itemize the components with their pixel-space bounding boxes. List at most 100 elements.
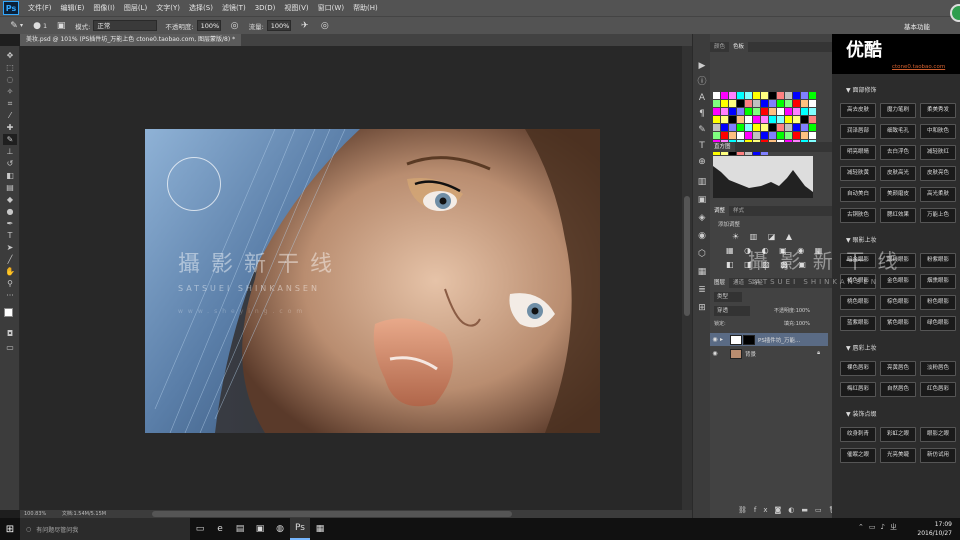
layer-kind-filter[interactable]: 类型	[714, 292, 742, 302]
lasso-tool-icon[interactable]: ◌	[3, 74, 17, 85]
color-swatch[interactable]	[793, 116, 800, 123]
color-swatch[interactable]	[745, 108, 752, 115]
plugin-brand-link[interactable]: ctone0.taobao.com	[892, 64, 945, 70]
color-swatch[interactable]	[721, 132, 728, 139]
color-swatch[interactable]	[761, 124, 768, 131]
plugin-action-button[interactable]: 润泽唇部	[840, 124, 876, 139]
tab-channels[interactable]: 通道	[729, 278, 748, 288]
color-swatch[interactable]	[809, 108, 816, 115]
color-swatch[interactable]	[745, 92, 752, 99]
blend-mode-select[interactable]: 穿透	[714, 306, 750, 316]
color-swatch[interactable]	[713, 124, 720, 131]
quick-mask-icon[interactable]: ◘	[3, 328, 17, 339]
color-swatch[interactable]	[777, 132, 784, 139]
plugin-action-button[interactable]: 高光柔肤	[920, 187, 956, 202]
document-tab[interactable]: 美妆.psd @ 101% (PS插件坊_万能上色 ctone0.taobao.…	[20, 34, 242, 46]
tab-color[interactable]: 颜色	[710, 42, 729, 52]
color-swatch[interactable]	[729, 100, 736, 107]
brush-tool-icon[interactable]: ✎	[3, 134, 17, 145]
more-tools-icon[interactable]: ···	[3, 290, 17, 301]
eraser-tool-icon[interactable]: ◧	[3, 170, 17, 181]
layer-comps-icon[interactable]: ⊞	[696, 302, 708, 314]
brush-presets-icon[interactable]: ✎	[696, 124, 708, 136]
plugin-action-button[interactable]: 粉紫眼影	[920, 253, 956, 268]
vertical-scrollbar[interactable]	[682, 46, 692, 510]
line-tool-icon[interactable]: ╱	[3, 254, 17, 265]
color-swatch[interactable]	[729, 92, 736, 99]
photoshop-logo[interactable]: Ps	[3, 1, 19, 15]
play-icon[interactable]: ▶	[696, 60, 708, 72]
plugin-action-button[interactable]: 皮肤亮色	[920, 166, 956, 181]
menu-layer[interactable]: 图层(L)	[124, 3, 147, 13]
plugin-action-button[interactable]: 红色唇彩	[920, 382, 956, 397]
plugin-action-button[interactable]: 蓝紫眼影	[840, 316, 876, 331]
color-swatch[interactable]	[809, 92, 816, 99]
plugin-action-button[interactable]: 金色眼影	[880, 274, 916, 289]
color-swatch[interactable]	[737, 100, 744, 107]
store-icon[interactable]: ▣	[250, 518, 270, 540]
tab-styles[interactable]: 样式	[729, 206, 748, 216]
plugin-action-button[interactable]: 高去皮肤	[840, 103, 876, 118]
color-swatch[interactable]	[809, 124, 816, 131]
horizontal-scroll-thumb[interactable]	[152, 511, 512, 517]
color-swatch[interactable]	[753, 124, 760, 131]
color-swatch[interactable]	[777, 124, 784, 131]
color-swatch[interactable]	[761, 132, 768, 139]
color-swatch[interactable]	[721, 116, 728, 123]
clone-source-icon[interactable]: ⊕	[696, 156, 708, 168]
plugin-action-button[interactable]: 细致毛孔	[880, 124, 916, 139]
color-swatch[interactable]	[801, 132, 808, 139]
color-swatch[interactable]	[809, 132, 816, 139]
color-swatch[interactable]	[785, 132, 792, 139]
brush-panel-toggle[interactable]: ▣	[55, 20, 67, 32]
tab-histogram[interactable]: 直方图	[710, 142, 735, 152]
color-swatch[interactable]	[777, 108, 784, 115]
color-swatch[interactable]	[761, 100, 768, 107]
layer-footer-icons[interactable]: ⛓fx◙◐▬▭🗑︎	[738, 506, 845, 514]
color-swatch[interactable]	[785, 108, 792, 115]
plugin-action-button[interactable]: 自动美白	[840, 187, 876, 202]
menu-select[interactable]: 选择(S)	[189, 3, 213, 13]
color-swatch[interactable]	[793, 124, 800, 131]
color-swatch[interactable]	[713, 116, 720, 123]
color-swatch[interactable]	[769, 92, 776, 99]
file-explorer-icon[interactable]: ▤	[230, 518, 250, 540]
plugin-action-button[interactable]: 万能上色	[920, 208, 956, 223]
plugin-action-button[interactable]: 眼影之眼	[920, 427, 956, 442]
color-swatch[interactable]	[729, 108, 736, 115]
color-swatch[interactable]	[721, 108, 728, 115]
plugin-action-button[interactable]: 裸色唇彩	[840, 361, 876, 376]
color-swatch[interactable]	[721, 92, 728, 99]
plugin-action-button[interactable]: 亮黄唇色	[880, 361, 916, 376]
plugin-action-button[interactable]: 明亮眼睛	[840, 145, 876, 160]
layer-mask-thumbnail[interactable]	[743, 334, 755, 345]
plugin-action-button[interactable]: 减轻肤红	[920, 145, 956, 160]
plugin-section-title[interactable]: ▼ 装饰点缀	[840, 409, 952, 420]
color-swatch[interactable]	[761, 108, 768, 115]
color-swatch[interactable]	[745, 116, 752, 123]
color-swatch[interactable]	[785, 100, 792, 107]
crop-tool-icon[interactable]: ⌗	[3, 98, 17, 109]
tab-adjustments[interactable]: 调整	[710, 206, 730, 216]
layer-name[interactable]: 背景	[745, 350, 756, 358]
plugin-action-button[interactable]: 新仿试用	[920, 448, 956, 463]
color-swatch[interactable]	[801, 100, 808, 107]
menu-type[interactable]: 文字(Y)	[156, 3, 180, 13]
plugin-action-button[interactable]: 绿色眼影	[920, 316, 956, 331]
app-icon[interactable]: ◍	[270, 518, 290, 540]
plugin-action-button[interactable]: 彩虹之眼	[880, 427, 916, 442]
color-swatch[interactable]	[713, 92, 720, 99]
color-swatch[interactable]	[737, 92, 744, 99]
color-swatch[interactable]	[729, 116, 736, 123]
color-swatch[interactable]	[737, 108, 744, 115]
color-swatch[interactable]	[729, 124, 736, 131]
task-view-icon[interactable]: ▭	[190, 518, 210, 540]
menu-view[interactable]: 视图(V)	[284, 3, 308, 13]
color-swatch[interactable]	[777, 116, 784, 123]
plugin-action-button[interactable]: 粉色眼影	[920, 295, 956, 310]
menu-file[interactable]: 文件(F)	[28, 3, 52, 13]
zoom-level[interactable]: 100.83%	[24, 511, 46, 517]
menu-edit[interactable]: 编辑(E)	[61, 3, 85, 13]
color-swatch[interactable]	[769, 124, 776, 131]
color-swatch[interactable]	[777, 92, 784, 99]
